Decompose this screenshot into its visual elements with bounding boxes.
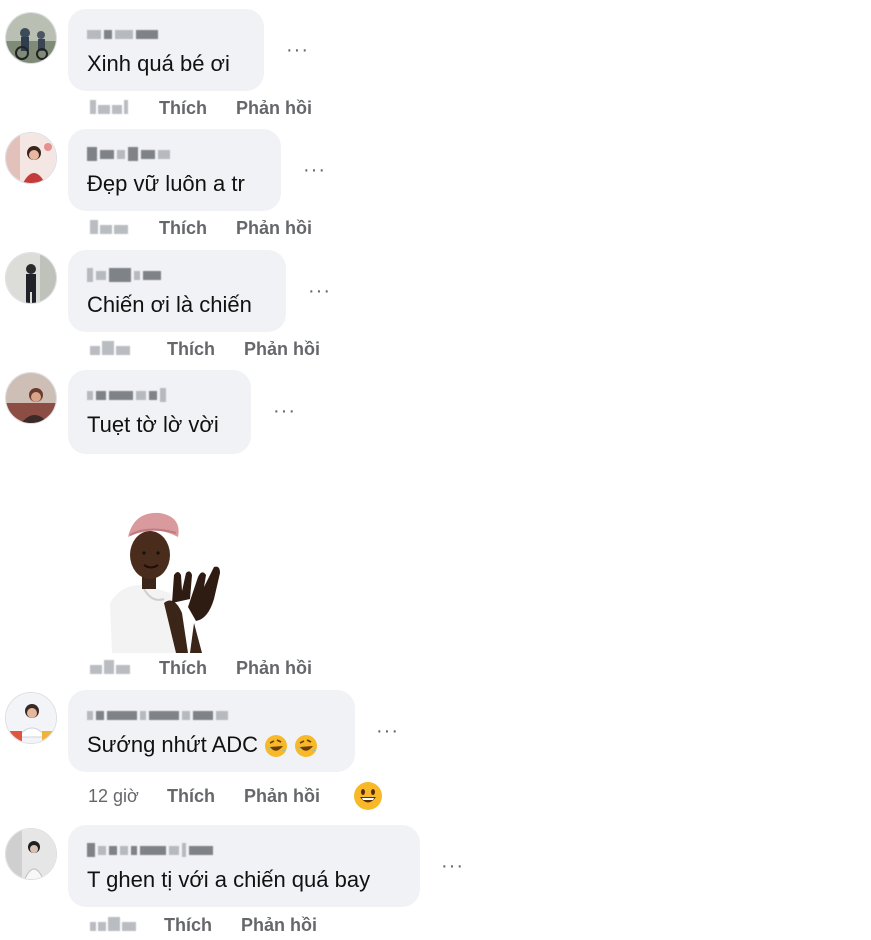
comment-text-content: Sướng nhứt ADC <box>87 732 259 757</box>
avatar[interactable] <box>5 692 57 744</box>
comment-text: Tuẹt tờ lờ vời <box>87 412 219 437</box>
timestamp[interactable] <box>90 660 130 674</box>
more-options-button[interactable]: ··· <box>273 401 296 421</box>
reply-button[interactable]: Phản hồi <box>236 217 312 239</box>
comment-text: Sướng nhứt ADC <box>87 731 318 759</box>
like-button[interactable]: Thích <box>159 97 207 119</box>
grinning-emoji[interactable] <box>353 781 383 811</box>
author-name[interactable] <box>87 26 158 42</box>
author-name[interactable] <box>87 146 170 162</box>
comment-text: Chiến ơi là chiến <box>87 292 252 317</box>
timestamp[interactable]: 12 giờ <box>88 785 139 807</box>
comment-bubble: Tuẹt tờ lờ vời <box>68 370 251 454</box>
rofl-emoji <box>295 735 318 758</box>
like-button[interactable]: Thích <box>159 657 207 679</box>
rofl-emoji <box>265 735 288 758</box>
like-button[interactable]: Thích <box>167 338 215 360</box>
comment-bubble: Đẹp vữ luôn a tr <box>68 129 281 211</box>
author-name[interactable] <box>87 707 228 723</box>
comment-actions: Thích Phản hồi <box>88 97 348 119</box>
comment-text: Đẹp vữ luôn a tr <box>87 171 245 196</box>
author-name[interactable] <box>87 387 166 403</box>
like-button[interactable]: Thích <box>164 914 212 936</box>
avatar[interactable] <box>5 132 57 184</box>
like-button[interactable]: Thích <box>159 217 207 239</box>
author-name[interactable] <box>87 842 213 858</box>
comment-bubble: T ghen tị với a chiến quá bay <box>68 825 420 907</box>
more-options-button[interactable]: ··· <box>286 40 309 60</box>
comment-text: Xinh quá bé ơi <box>87 51 230 76</box>
comment-actions: Thích Phản hồi <box>88 217 348 239</box>
clapping-character-sticker[interactable] <box>104 503 232 653</box>
more-options-button[interactable]: ··· <box>376 721 399 741</box>
avatar[interactable] <box>5 828 57 880</box>
comment-actions: Thích Phản hồi <box>88 914 368 936</box>
comment-actions: Thích Phản hồi <box>88 657 348 679</box>
more-options-button[interactable]: ··· <box>308 281 331 301</box>
comment-bubble: Xinh quá bé ơi <box>68 9 264 91</box>
reply-button[interactable]: Phản hồi <box>244 785 320 807</box>
like-button[interactable]: Thích <box>167 785 215 807</box>
reply-button[interactable]: Phản hồi <box>236 657 312 679</box>
more-options-button[interactable]: ··· <box>441 856 464 876</box>
timestamp[interactable] <box>90 100 128 114</box>
reply-button[interactable]: Phản hồi <box>241 914 317 936</box>
comment-bubble: Chiến ơi là chiến <box>68 250 286 332</box>
timestamp[interactable] <box>90 917 136 931</box>
timestamp[interactable] <box>90 341 130 355</box>
comment-text: T ghen tị với a chiến quá bay <box>87 867 371 892</box>
comment-bubble: Sướng nhứt ADC <box>68 690 355 772</box>
author-name[interactable] <box>87 267 161 283</box>
reply-button[interactable]: Phản hồi <box>236 97 312 119</box>
avatar[interactable] <box>5 252 57 304</box>
comment-actions: Thích Phản hồi <box>88 338 348 360</box>
more-options-button[interactable]: ··· <box>303 160 326 180</box>
avatar[interactable] <box>5 12 57 64</box>
reply-button[interactable]: Phản hồi <box>244 338 320 360</box>
avatar[interactable] <box>5 372 57 424</box>
timestamp[interactable] <box>90 220 128 234</box>
